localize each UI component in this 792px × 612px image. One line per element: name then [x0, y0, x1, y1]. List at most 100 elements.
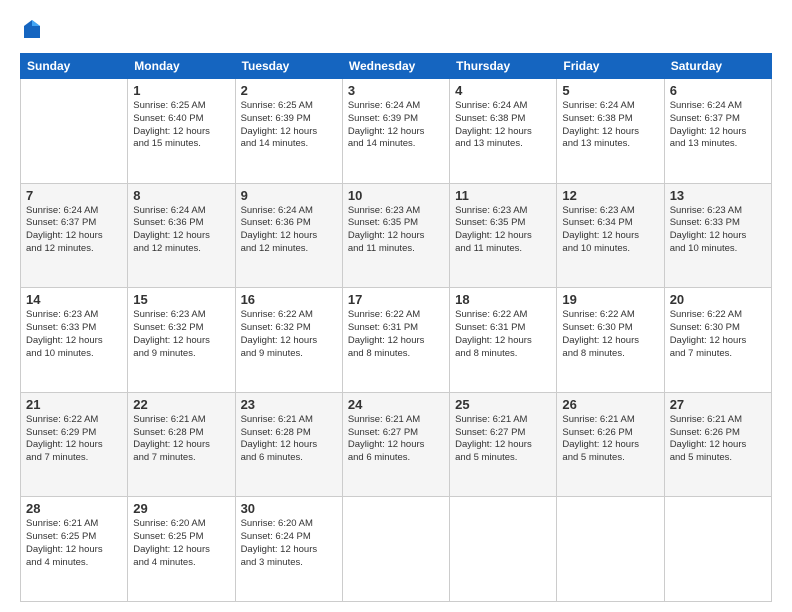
day-number: 8: [133, 188, 229, 203]
day-number: 21: [26, 397, 122, 412]
day-number: 13: [670, 188, 766, 203]
day-number: 7: [26, 188, 122, 203]
day-number: 25: [455, 397, 551, 412]
calendar-cell: 13 Sunrise: 6:23 AM Sunset: 6:33 PM Dayli…: [664, 183, 771, 288]
calendar-cell: 29 Sunrise: 6:20 AM Sunset: 6:25 PM Dayli…: [128, 497, 235, 602]
day-info: Sunrise: 6:22 AM Sunset: 6:30 PM Dayligh…: [562, 309, 658, 360]
weekday-header-thursday: Thursday: [450, 54, 557, 79]
calendar-cell: [342, 497, 449, 602]
day-info: Sunrise: 6:24 AM Sunset: 6:38 PM Dayligh…: [562, 100, 658, 151]
day-number: 9: [241, 188, 337, 203]
day-number: 22: [133, 397, 229, 412]
calendar-cell: 8 Sunrise: 6:24 AM Sunset: 6:36 PM Daylig…: [128, 183, 235, 288]
weekday-header-tuesday: Tuesday: [235, 54, 342, 79]
calendar-cell: 23Sunrise: 6:21 AM Sunset: 6:28 PM Dayli…: [235, 392, 342, 497]
day-info: Sunrise: 6:22 AM Sunset: 6:30 PM Dayligh…: [670, 309, 766, 360]
day-info: Sunrise: 6:23 AM Sunset: 6:33 PM Dayligh…: [670, 205, 766, 256]
day-info: Sunrise: 6:22 AM Sunset: 6:29 PM Dayligh…: [26, 414, 122, 465]
day-number: 27: [670, 397, 766, 412]
header: [20, 18, 772, 45]
day-info: Sunrise: 6:24 AM Sunset: 6:36 PM Dayligh…: [241, 205, 337, 256]
day-number: 18: [455, 292, 551, 307]
calendar-cell: [557, 497, 664, 602]
day-number: 19: [562, 292, 658, 307]
week-row-5: 28 Sunrise: 6:21 AM Sunset: 6:25 PM Dayli…: [21, 497, 772, 602]
calendar-cell: 5 Sunrise: 6:24 AM Sunset: 6:38 PM Daylig…: [557, 79, 664, 184]
week-row-4: 21 Sunrise: 6:22 AM Sunset: 6:29 PM Dayli…: [21, 392, 772, 497]
day-info: Sunrise: 6:21 AM Sunset: 6:25 PM Dayligh…: [26, 518, 122, 569]
day-info: Sunrise: 6:21 AM Sunset: 6:27 PM Dayligh…: [348, 414, 444, 465]
weekday-header-friday: Friday: [557, 54, 664, 79]
week-row-1: 1Sunrise: 6:25 AM Sunset: 6:40 PM Daylig…: [21, 79, 772, 184]
day-number: 23: [241, 397, 337, 412]
day-number: 10: [348, 188, 444, 203]
day-number: 3: [348, 83, 444, 98]
day-number: 4: [455, 83, 551, 98]
calendar-cell: 28 Sunrise: 6:21 AM Sunset: 6:25 PM Dayli…: [21, 497, 128, 602]
logo: [20, 18, 44, 45]
weekday-header-sunday: Sunday: [21, 54, 128, 79]
day-number: 5: [562, 83, 658, 98]
day-info: Sunrise: 6:22 AM Sunset: 6:31 PM Dayligh…: [348, 309, 444, 360]
weekday-header-saturday: Saturday: [664, 54, 771, 79]
day-info: Sunrise: 6:25 AM Sunset: 6:39 PM Dayligh…: [241, 100, 337, 151]
day-info: Sunrise: 6:23 AM Sunset: 6:35 PM Dayligh…: [348, 205, 444, 256]
day-info: Sunrise: 6:22 AM Sunset: 6:31 PM Dayligh…: [455, 309, 551, 360]
calendar-cell: 4 Sunrise: 6:24 AM Sunset: 6:38 PM Daylig…: [450, 79, 557, 184]
calendar-cell: [450, 497, 557, 602]
week-row-2: 7 Sunrise: 6:24 AM Sunset: 6:37 PM Daylig…: [21, 183, 772, 288]
calendar-cell: 25Sunrise: 6:21 AM Sunset: 6:27 PM Dayli…: [450, 392, 557, 497]
day-info: Sunrise: 6:20 AM Sunset: 6:24 PM Dayligh…: [241, 518, 337, 569]
day-info: Sunrise: 6:23 AM Sunset: 6:34 PM Dayligh…: [562, 205, 658, 256]
day-info: Sunrise: 6:23 AM Sunset: 6:33 PM Dayligh…: [26, 309, 122, 360]
day-info: Sunrise: 6:24 AM Sunset: 6:39 PM Dayligh…: [348, 100, 444, 151]
calendar: SundayMondayTuesdayWednesdayThursdayFrid…: [20, 53, 772, 602]
day-number: 20: [670, 292, 766, 307]
day-info: Sunrise: 6:20 AM Sunset: 6:25 PM Dayligh…: [133, 518, 229, 569]
week-row-3: 14 Sunrise: 6:23 AM Sunset: 6:33 PM Dayli…: [21, 288, 772, 393]
calendar-cell: 15 Sunrise: 6:23 AM Sunset: 6:32 PM Dayli…: [128, 288, 235, 393]
weekday-header-wednesday: Wednesday: [342, 54, 449, 79]
day-number: 24: [348, 397, 444, 412]
day-info: Sunrise: 6:24 AM Sunset: 6:37 PM Dayligh…: [26, 205, 122, 256]
day-info: Sunrise: 6:23 AM Sunset: 6:32 PM Dayligh…: [133, 309, 229, 360]
calendar-cell: 21 Sunrise: 6:22 AM Sunset: 6:29 PM Dayli…: [21, 392, 128, 497]
calendar-cell: [664, 497, 771, 602]
day-number: 29: [133, 501, 229, 516]
calendar-cell: 20 Sunrise: 6:22 AM Sunset: 6:30 PM Dayli…: [664, 288, 771, 393]
weekday-header-monday: Monday: [128, 54, 235, 79]
day-number: 30: [241, 501, 337, 516]
day-number: 12: [562, 188, 658, 203]
day-info: Sunrise: 6:24 AM Sunset: 6:38 PM Dayligh…: [455, 100, 551, 151]
day-number: 6: [670, 83, 766, 98]
calendar-cell: 11Sunrise: 6:23 AM Sunset: 6:35 PM Dayli…: [450, 183, 557, 288]
day-number: 16: [241, 292, 337, 307]
day-number: 14: [26, 292, 122, 307]
day-info: Sunrise: 6:22 AM Sunset: 6:32 PM Dayligh…: [241, 309, 337, 360]
calendar-cell: 26 Sunrise: 6:21 AM Sunset: 6:26 PM Dayli…: [557, 392, 664, 497]
day-info: Sunrise: 6:24 AM Sunset: 6:37 PM Dayligh…: [670, 100, 766, 151]
calendar-cell: [21, 79, 128, 184]
calendar-cell: 12 Sunrise: 6:23 AM Sunset: 6:34 PM Dayli…: [557, 183, 664, 288]
calendar-cell: 19 Sunrise: 6:22 AM Sunset: 6:30 PM Dayli…: [557, 288, 664, 393]
day-info: Sunrise: 6:24 AM Sunset: 6:36 PM Dayligh…: [133, 205, 229, 256]
calendar-cell: 27Sunrise: 6:21 AM Sunset: 6:26 PM Dayli…: [664, 392, 771, 497]
calendar-cell: 16 Sunrise: 6:22 AM Sunset: 6:32 PM Dayli…: [235, 288, 342, 393]
day-number: 26: [562, 397, 658, 412]
day-number: 28: [26, 501, 122, 516]
calendar-cell: 6 Sunrise: 6:24 AM Sunset: 6:37 PM Daylig…: [664, 79, 771, 184]
day-info: Sunrise: 6:21 AM Sunset: 6:26 PM Dayligh…: [562, 414, 658, 465]
day-number: 11: [455, 188, 551, 203]
calendar-cell: 9 Sunrise: 6:24 AM Sunset: 6:36 PM Daylig…: [235, 183, 342, 288]
day-info: Sunrise: 6:21 AM Sunset: 6:28 PM Dayligh…: [133, 414, 229, 465]
day-number: 15: [133, 292, 229, 307]
calendar-cell: 1Sunrise: 6:25 AM Sunset: 6:40 PM Daylig…: [128, 79, 235, 184]
calendar-cell: 2 Sunrise: 6:25 AM Sunset: 6:39 PM Daylig…: [235, 79, 342, 184]
calendar-cell: 10 Sunrise: 6:23 AM Sunset: 6:35 PM Dayli…: [342, 183, 449, 288]
calendar-cell: 30 Sunrise: 6:20 AM Sunset: 6:24 PM Dayli…: [235, 497, 342, 602]
weekday-header-row: SundayMondayTuesdayWednesdayThursdayFrid…: [21, 54, 772, 79]
day-number: 17: [348, 292, 444, 307]
day-number: 2: [241, 83, 337, 98]
calendar-cell: 22 Sunrise: 6:21 AM Sunset: 6:28 PM Dayli…: [128, 392, 235, 497]
calendar-cell: 14 Sunrise: 6:23 AM Sunset: 6:33 PM Dayli…: [21, 288, 128, 393]
